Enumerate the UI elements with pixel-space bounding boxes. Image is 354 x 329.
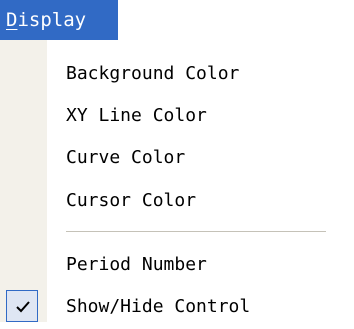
- menu-display-accelerator: D: [6, 9, 18, 31]
- menu-item-label: Background Color: [66, 63, 240, 84]
- checkmark-box: [6, 290, 38, 322]
- display-dropdown-menu: Background Color XY Line Color Curve Col…: [0, 40, 354, 322]
- menu-item-show-hide-control[interactable]: Show/Hide Control: [0, 285, 354, 329]
- menu-item-label: Curve Color: [66, 147, 186, 168]
- menu-display-label: isplay: [17, 9, 87, 31]
- menu-separator: [66, 231, 326, 232]
- menu-item-curve-color[interactable]: Curve Color: [0, 136, 354, 180]
- menu-item-xy-line-color[interactable]: XY Line Color: [0, 94, 354, 138]
- menu-item-label: Period Number: [66, 254, 207, 275]
- menu-item-period-number[interactable]: Period Number: [0, 243, 354, 287]
- menu-item-label: Cursor Color: [66, 190, 197, 211]
- menu-item-label: XY Line Color: [66, 105, 207, 126]
- menu-item-cursor-color[interactable]: Cursor Color: [0, 179, 354, 223]
- check-icon: [16, 301, 30, 313]
- menu-item-background-color[interactable]: Background Color: [0, 52, 354, 96]
- menu-bar: Display: [0, 0, 354, 40]
- menu-display[interactable]: Display: [0, 0, 118, 40]
- menu-item-label: Show/Hide Control: [66, 296, 251, 317]
